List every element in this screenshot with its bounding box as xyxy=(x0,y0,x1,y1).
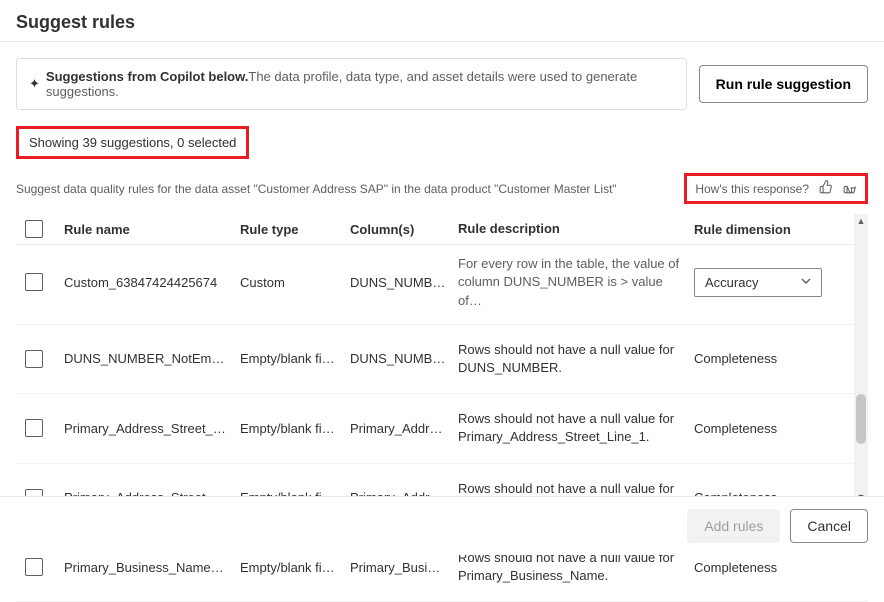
row-checkbox-cell xyxy=(16,350,64,368)
footer: Add rules Cancel xyxy=(0,496,884,555)
row-checkbox[interactable] xyxy=(25,273,43,291)
header-rule-name[interactable]: Rule name xyxy=(64,222,240,237)
run-rule-suggestion-button[interactable]: Run rule suggestion xyxy=(699,65,868,103)
header-columns[interactable]: Column(s) xyxy=(350,222,458,237)
scroll-thumb[interactable] xyxy=(856,394,866,444)
page-title: Suggest rules xyxy=(16,12,868,33)
columns-cell: Primary_Busin… xyxy=(350,560,458,575)
rule-type-cell: Empty/blank fi… xyxy=(240,560,350,575)
select-all-checkbox[interactable] xyxy=(25,220,43,238)
row-checkbox-cell xyxy=(16,558,64,576)
page-header: Suggest rules xyxy=(0,0,884,42)
chevron-down-icon xyxy=(801,276,811,289)
header-checkbox-cell xyxy=(16,220,64,238)
thumbs-up-icon[interactable] xyxy=(819,180,833,197)
rule-name-cell: Primary_Business_Name_N… xyxy=(64,560,240,575)
subtext-row: Suggest data quality rules for the data … xyxy=(16,173,868,204)
status-count: Showing 39 suggestions, 0 selected xyxy=(16,126,249,159)
add-rules-button: Add rules xyxy=(687,509,780,543)
asset-subtext: Suggest data quality rules for the data … xyxy=(16,182,617,196)
description-cell: For every row in the table, the value of… xyxy=(458,255,694,310)
header-rule-type[interactable]: Rule type xyxy=(240,222,350,237)
rule-name-cell: DUNS_NUMBER_NotEmpty xyxy=(64,351,240,366)
description-cell: Rows should not have a null value for Pr… xyxy=(458,410,694,446)
feedback-box: How's this response? xyxy=(684,173,868,204)
rule-type-cell: Empty/blank fi… xyxy=(240,351,350,366)
rule-name-cell: Custom_63847424425674 xyxy=(64,275,240,290)
header-description[interactable]: Rule description xyxy=(458,220,694,238)
cancel-button[interactable]: Cancel xyxy=(790,509,868,543)
dimension-cell: Completeness xyxy=(694,560,834,575)
dimension-cell: Completeness xyxy=(694,351,834,366)
feedback-label: How's this response? xyxy=(695,182,809,196)
table-row[interactable]: Custom_63847424425674CustomDUNS_NUMB…For… xyxy=(16,245,868,325)
row-checkbox-cell xyxy=(16,273,64,291)
rule-name-cell: Primary_Address_Street_Lin… xyxy=(64,421,240,436)
row-checkbox[interactable] xyxy=(25,558,43,576)
table-header-row: Rule name Rule type Column(s) Rule descr… xyxy=(16,214,868,245)
dimension-cell: Accuracy xyxy=(694,268,834,297)
description-cell: Rows should not have a null value for DU… xyxy=(458,341,694,377)
scroll-up-arrow[interactable]: ▲ xyxy=(854,214,868,228)
rule-type-cell: Custom xyxy=(240,275,350,290)
row-checkbox[interactable] xyxy=(25,350,43,368)
info-bar: ✦ Suggestions from Copilot below.The dat… xyxy=(16,58,868,110)
row-checkbox[interactable] xyxy=(25,419,43,437)
scrollbar-track[interactable]: ▲ ▼ xyxy=(854,214,868,504)
columns-cell: Primary_Addr… xyxy=(350,421,458,436)
header-dimension[interactable]: Rule dimension xyxy=(694,222,834,237)
thumbs-down-icon[interactable] xyxy=(843,180,857,197)
rule-type-cell: Empty/blank fi… xyxy=(240,421,350,436)
table-row[interactable]: DUNS_NUMBER_NotEmptyEmpty/blank fi…DUNS_… xyxy=(16,325,868,394)
row-checkbox-cell xyxy=(16,419,64,437)
dimension-dropdown[interactable]: Accuracy xyxy=(694,268,822,297)
dimension-cell: Completeness xyxy=(694,421,834,436)
info-strong-text: Suggestions from Copilot below. xyxy=(46,69,248,84)
columns-cell: DUNS_NUMB… xyxy=(350,275,458,290)
columns-cell: DUNS_NUMBER xyxy=(350,351,458,366)
table-row[interactable]: Primary_Address_Street_Lin…Empty/blank f… xyxy=(16,394,868,463)
dimension-value: Accuracy xyxy=(705,275,758,290)
sparkle-icon: ✦ xyxy=(29,76,40,92)
copilot-info-box: ✦ Suggestions from Copilot below.The dat… xyxy=(16,58,687,110)
